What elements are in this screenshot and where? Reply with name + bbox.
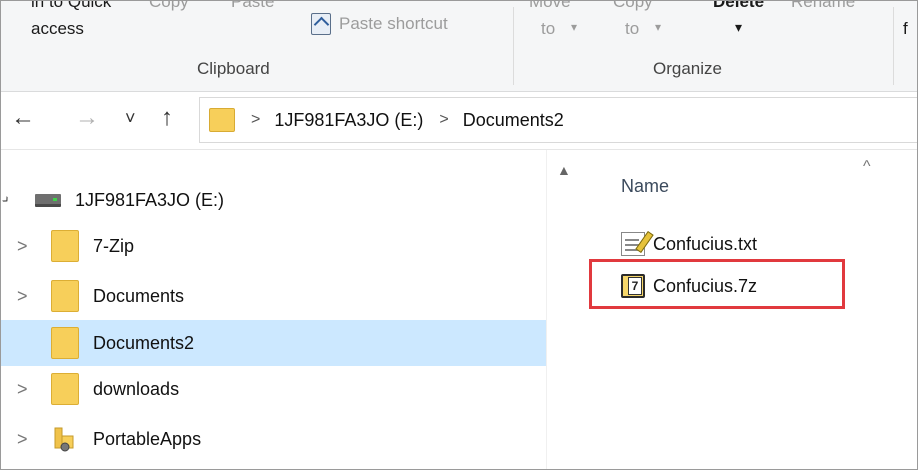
paste-shortcut-button[interactable]: Paste shortcut	[311, 9, 448, 39]
folder-icon	[51, 327, 79, 359]
folder-icon	[51, 280, 79, 312]
breadcrumb-separator-icon[interactable]: >	[251, 111, 260, 129]
tree-item-documents[interactable]: > Documents	[1, 273, 546, 319]
copy-to-button[interactable]: Copy	[613, 1, 653, 12]
sort-ascending-icon[interactable]: ^	[863, 158, 871, 176]
copy-to-label-2: to	[625, 19, 640, 38]
address-bar[interactable]: > 1JF981FA3JO (E:) > Documents2	[199, 97, 917, 143]
tree-item-label: PortableApps	[93, 428, 202, 449]
text-file-icon	[621, 232, 645, 256]
recent-locations-chevron-icon[interactable]: ˅	[125, 100, 136, 136]
tree-item-label: 7-Zip	[93, 235, 135, 256]
paste-shortcut-icon	[311, 13, 331, 35]
tree-item-label: Documents	[93, 285, 185, 306]
tree-item-downloads[interactable]: > downloads	[1, 366, 546, 412]
ribbon-separator-2	[893, 7, 894, 85]
move-to-dropdown-icon[interactable]: ▾	[571, 20, 577, 34]
pin-quick-access-label-2[interactable]: access	[31, 19, 84, 39]
portableapps-icon	[54, 427, 74, 452]
forward-arrow-icon[interactable]: →	[75, 100, 99, 136]
tree-item-documents2[interactable]: Documents2	[1, 320, 546, 366]
address-row: ← → ˅ ↑ > 1JF981FA3JO (E:) > Documents2	[1, 92, 917, 150]
folder-icon	[51, 373, 79, 405]
tree-item-portableapps[interactable]: > PortableApps	[1, 416, 546, 462]
chevron-right-icon[interactable]: >	[17, 236, 28, 257]
drive-icon	[35, 193, 61, 207]
rename-button[interactable]: Rename	[791, 1, 855, 12]
tree-item-drive[interactable]: › 1JF981FA3JO (E:)	[1, 177, 546, 223]
breadcrumb-drive[interactable]: 1JF981FA3JO (E:)	[274, 110, 423, 131]
delete-dropdown-icon[interactable]: ▾	[735, 19, 742, 36]
paste-shortcut-label: Paste shortcut	[339, 14, 448, 33]
scroll-up-icon[interactable]: ▲	[557, 162, 571, 178]
explorer-window: in to Quick access Copy Paste Paste shor…	[0, 0, 918, 470]
ribbon-cut-letter: f	[903, 19, 908, 38]
file-name: Confucius.txt	[653, 233, 758, 254]
tree-item-label: 1JF981FA3JO (E:)	[75, 189, 225, 210]
delete-button[interactable]: Delete	[713, 1, 764, 12]
folder-icon	[51, 230, 79, 262]
ribbon: in to Quick access Copy Paste Paste shor…	[1, 1, 917, 92]
drive-led-icon	[53, 198, 57, 201]
tree-item-label: downloads	[93, 378, 180, 399]
file-row-txt[interactable]: Confucius.txt	[621, 228, 757, 260]
move-to-button[interactable]: Move	[529, 1, 571, 12]
breadcrumb-separator-icon[interactable]: >	[439, 111, 448, 129]
expanded-chevron-icon[interactable]: ›	[1, 192, 14, 208]
move-to-label-2: to	[541, 19, 556, 38]
organize-group-label: Organize	[653, 59, 722, 78]
ribbon-separator	[513, 7, 514, 85]
pin-quick-access-label[interactable]: in to Quick	[31, 1, 111, 12]
highlight-box	[589, 259, 845, 309]
column-header-name[interactable]: Name	[621, 176, 669, 197]
up-arrow-icon[interactable]: ↑	[161, 100, 173, 136]
tree-item-7zip[interactable]: > 7-Zip	[1, 223, 546, 269]
tree-item-label: Documents2	[93, 332, 195, 353]
navigation-pane: › 1JF981FA3JO (E:) > 7-Zip > Documents D…	[1, 150, 546, 469]
file-list: ^ Name Confucius.txt Confucius.7z	[583, 150, 917, 469]
breadcrumb-folder[interactable]: Documents2	[463, 110, 564, 131]
chevron-right-icon[interactable]: >	[17, 429, 28, 450]
chevron-right-icon[interactable]: >	[17, 379, 28, 400]
back-arrow-icon[interactable]: ←	[11, 100, 35, 136]
copy-button[interactable]: Copy	[149, 1, 189, 12]
clipboard-group-label: Clipboard	[197, 59, 270, 78]
paste-button[interactable]: Paste	[231, 1, 274, 12]
copy-to-dropdown-icon[interactable]: ▾	[655, 20, 661, 34]
navigation-scrollbar[interactable]: ▲	[546, 150, 583, 469]
chevron-right-icon[interactable]: >	[17, 286, 28, 307]
folder-icon	[209, 108, 235, 132]
